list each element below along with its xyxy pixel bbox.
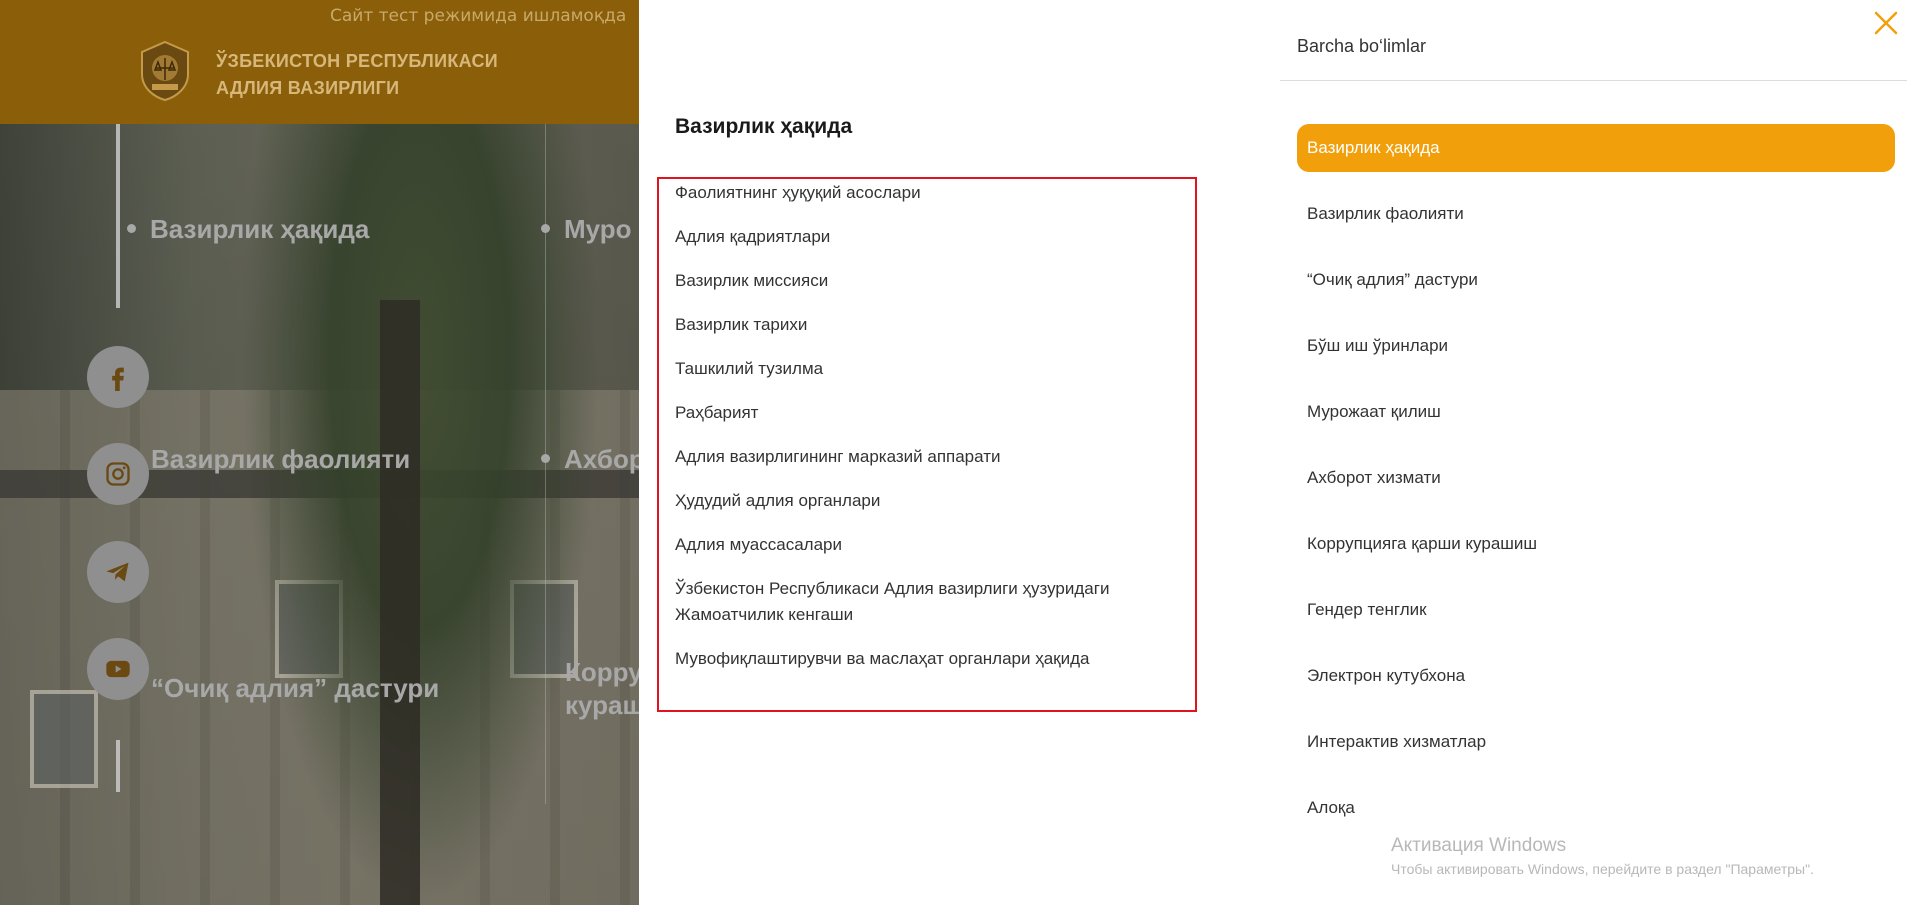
site-header: Сайт тест режимида ишламоқда ЎЗБЕКИСТОН …: [0, 0, 639, 124]
test-mode-banner: Сайт тест режимида ишламоқда: [330, 6, 627, 26]
close-icon[interactable]: [1873, 10, 1899, 36]
section-item[interactable]: Мурожаат қилиш: [1297, 388, 1895, 436]
submenu-link[interactable]: Адлия вазирлигининг марказий аппарати: [675, 444, 1195, 470]
submenu-link[interactable]: Вазирлик тарихи: [675, 312, 1195, 338]
facebook-icon[interactable]: [87, 346, 149, 408]
section-item[interactable]: Бўш иш ўринлари: [1297, 322, 1895, 370]
submenu-link[interactable]: Ташкилий тузилма: [675, 356, 1195, 382]
bg-menu-item: Ахбор: [541, 444, 639, 475]
org-name[interactable]: ЎЗБЕКИСТОН РЕСПУБЛИКАСИ АДЛИЯ ВАЗИРЛИГИ: [216, 48, 498, 102]
section-item[interactable]: Алоқа: [1297, 784, 1895, 832]
instagram-icon[interactable]: [87, 443, 149, 505]
submenu-link[interactable]: Раҳбарият: [675, 400, 1195, 426]
submenu-link[interactable]: Ҳудудий адлия органлари: [675, 488, 1195, 514]
submenu-link[interactable]: Адлия муассасалари: [675, 532, 1195, 558]
background-overlay: Вазирлик ҳақида Вазирлик фаолияти “Очиқ …: [0, 0, 639, 905]
submenu-link[interactable]: Вазирлик миссияси: [675, 268, 1195, 294]
bg-menu-item: Корру: [565, 657, 639, 687]
bg-menu-item: Вазирлик ҳақида: [127, 214, 369, 245]
section-item[interactable]: “Очиқ адлия” дастури: [1297, 256, 1895, 304]
emblem-logo[interactable]: [138, 40, 192, 102]
submenu-link[interactable]: Ўзбекистон Республикаси Адлия вазирлиги …: [675, 576, 1195, 628]
section-item[interactable]: Ахборот хизмати: [1297, 454, 1895, 502]
bg-menu-item: кураш: [565, 690, 639, 720]
section-item[interactable]: Вазирлик фаолияти: [1297, 190, 1895, 238]
section-item[interactable]: Электрон кутубхона: [1297, 652, 1895, 700]
submenu-links: Фаолиятнинг ҳуқуқий асослари Адлия қадри…: [675, 180, 1195, 690]
section-item[interactable]: Гендер тенглик: [1297, 586, 1895, 634]
sections-title: Barcha bo‘limlar: [1297, 36, 1427, 56]
sections-list: Вазирлик ҳақида Вазирлик фаолияти “Очиқ …: [1297, 124, 1895, 850]
windows-activation-watermark: Активация Windows Чтобы активировать Win…: [1391, 835, 1814, 877]
submenu-link[interactable]: Фаолиятнинг ҳуқуқий асослари: [675, 180, 1195, 206]
submenu-link[interactable]: Мувофиқлаштирувчи ва маслаҳат органлари …: [675, 646, 1195, 672]
submenu-title: Вазирлик ҳақида: [675, 115, 853, 138]
telegram-icon[interactable]: [87, 541, 149, 603]
section-item[interactable]: Интерактив хизматлар: [1297, 718, 1895, 766]
section-item-active[interactable]: Вазирлик ҳақида: [1297, 124, 1895, 172]
bg-menu-item: Вазирлик фаолияти: [151, 444, 411, 474]
submenu-link[interactable]: Адлия қадриятлари: [675, 224, 1195, 250]
section-item[interactable]: Коррупцияга қарши курашиш: [1297, 520, 1895, 568]
youtube-icon[interactable]: [87, 638, 149, 700]
bg-menu-item: Муро: [541, 214, 632, 245]
bg-menu-item: “Очиқ адлия” дастури: [151, 673, 440, 703]
